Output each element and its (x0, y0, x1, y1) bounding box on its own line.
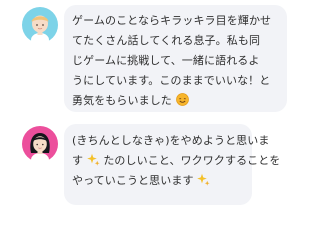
chat-message-1: ゲームのことならキラッキラ目を輝かせ てたくさん話してくれる息子。私も同 じゲー… (22, 5, 287, 112)
message-line: 勇気をもらいました (72, 94, 172, 107)
message-line: じゲームに挑戦して、一緒に語れるよ (72, 54, 260, 67)
child-avatar-icon (22, 7, 58, 43)
message-bubble-2: (きちんとしなきゃ)をやめようと思いま す たのしいこと、ワクワクすることを や… (64, 124, 280, 205)
message-line: (きちんとしなきゃ)をやめようと思いま (72, 134, 270, 147)
woman-avatar-icon (22, 126, 58, 162)
message-line: たのしいこと、ワクワクすることを (103, 154, 281, 167)
message-line: やっていこうと思います (72, 174, 194, 187)
message-line-group: す たのしいこと、ワクワクすることを (72, 151, 280, 171)
message-line: うにしています。このままでいいな！と (72, 74, 271, 87)
message-line-group: 勇気をもらいました (72, 91, 279, 111)
message-bubble-1: ゲームのことならキラッキラ目を輝かせ てたくさん話してくれる息子。私も同 じゲー… (64, 5, 287, 112)
message-line: てたくさん話してくれる息子。私も同 (72, 34, 261, 47)
message-line: ゲームのことならキラッキラ目を輝かせ (72, 14, 272, 27)
sparkles-icon (86, 153, 100, 166)
chat-message-2: (きちんとしなきゃ)をやめようと思いま す たのしいこと、ワクワクすることを や… (22, 124, 280, 205)
message-line: す (72, 154, 84, 167)
smile-emoji-icon (175, 93, 189, 106)
sparkles-icon (197, 173, 210, 186)
message-line-group: やっていこうと思います (72, 171, 244, 191)
